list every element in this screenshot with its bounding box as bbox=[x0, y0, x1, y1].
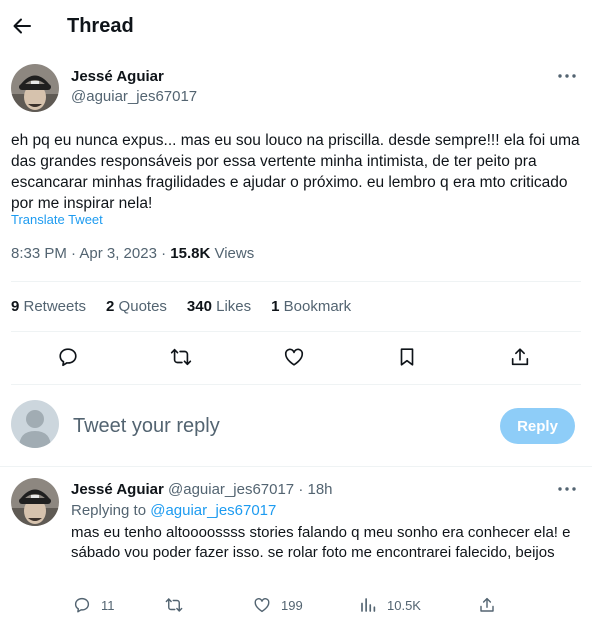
reply-icon[interactable] bbox=[56, 345, 80, 369]
bookmarks-stat[interactable]: 1 Bookmark bbox=[271, 298, 351, 316]
quotes-label: Quotes bbox=[114, 298, 167, 315]
author-avatar[interactable] bbox=[11, 64, 59, 112]
more-options-icon[interactable] bbox=[556, 69, 578, 83]
reply-button[interactable]: Reply bbox=[500, 408, 575, 444]
reply-count: 11 bbox=[101, 597, 115, 613]
like-count: 199 bbox=[281, 597, 303, 613]
likes-stat[interactable]: 340 Likes bbox=[187, 298, 251, 316]
reply-author-name[interactable]: Jessé Aguiar bbox=[71, 481, 164, 498]
share-icon bbox=[480, 597, 494, 612]
divider bbox=[0, 466, 592, 467]
replying-prefix: Replying to bbox=[71, 502, 151, 519]
reply-retweet-action[interactable] bbox=[165, 595, 193, 615]
tweet-timestamp[interactable]: 8:33 PM · Apr 3, 2023 · bbox=[11, 245, 170, 262]
tweet-stats: 9 Retweets 2 Quotes 340 Likes 1 Bookmark bbox=[11, 298, 371, 316]
user-avatar[interactable] bbox=[11, 400, 59, 448]
views-label: Views bbox=[210, 245, 255, 262]
likes-count: 340 bbox=[186, 298, 212, 315]
views-count: 15.8K bbox=[170, 245, 211, 262]
top-bar: Thread bbox=[0, 0, 592, 52]
retweets-label: Retweets bbox=[19, 298, 87, 315]
reply-reply-action[interactable]: 11 bbox=[73, 595, 115, 615]
author-handle[interactable]: @aguiar_jes67017 bbox=[71, 88, 197, 106]
divider bbox=[11, 331, 581, 332]
bookmark-icon[interactable] bbox=[395, 345, 419, 369]
back-arrow-icon[interactable] bbox=[11, 15, 33, 37]
reply-header: Jessé Aguiar @aguiar_jes67017 · 18h bbox=[71, 481, 333, 499]
reply-author-handle[interactable]: @aguiar_jes67017 bbox=[168, 481, 294, 498]
tweet-meta: 8:33 PM · Apr 3, 2023 · 15.8K Views bbox=[11, 245, 254, 263]
reply-views-count: 10.5K bbox=[387, 597, 421, 613]
reply-timestamp[interactable]: · 18h bbox=[294, 481, 332, 498]
replying-to-handle[interactable]: @aguiar_jes67017 bbox=[150, 502, 276, 519]
quotes-stat[interactable]: 2 Quotes bbox=[106, 298, 167, 316]
reply-like-action[interactable]: 199 bbox=[253, 595, 303, 615]
page-title: Thread bbox=[67, 15, 134, 37]
reply-input[interactable]: Tweet your reply bbox=[73, 414, 473, 438]
retweets-stat[interactable]: 9 Retweets bbox=[11, 298, 86, 316]
translate-tweet-link[interactable]: Translate Tweet bbox=[11, 212, 103, 227]
divider bbox=[11, 281, 581, 282]
divider bbox=[11, 384, 581, 385]
bookmarks-label: Bookmark bbox=[279, 298, 352, 315]
reply-author-avatar[interactable] bbox=[11, 478, 59, 526]
retweet-icon[interactable] bbox=[169, 345, 193, 369]
tweet-text: eh pq eu nunca expus... mas eu sou louco… bbox=[11, 132, 580, 212]
likes-label: Likes bbox=[211, 298, 252, 315]
reply-views-action[interactable]: 10.5K bbox=[359, 595, 421, 615]
share-icon[interactable] bbox=[508, 345, 532, 369]
like-icon bbox=[254, 598, 270, 613]
like-icon[interactable] bbox=[282, 345, 306, 369]
more-options-icon[interactable] bbox=[556, 482, 578, 496]
author-name[interactable]: Jessé Aguiar bbox=[71, 68, 164, 86]
views-icon bbox=[361, 598, 376, 612]
reply-icon bbox=[74, 597, 90, 613]
reply-text: mas eu tenho altoooossss stories falando… bbox=[71, 524, 571, 561]
retweet-icon bbox=[165, 598, 183, 612]
reply-share-action[interactable] bbox=[478, 595, 506, 615]
replying-to: Replying to @aguiar_jes67017 bbox=[71, 502, 276, 520]
